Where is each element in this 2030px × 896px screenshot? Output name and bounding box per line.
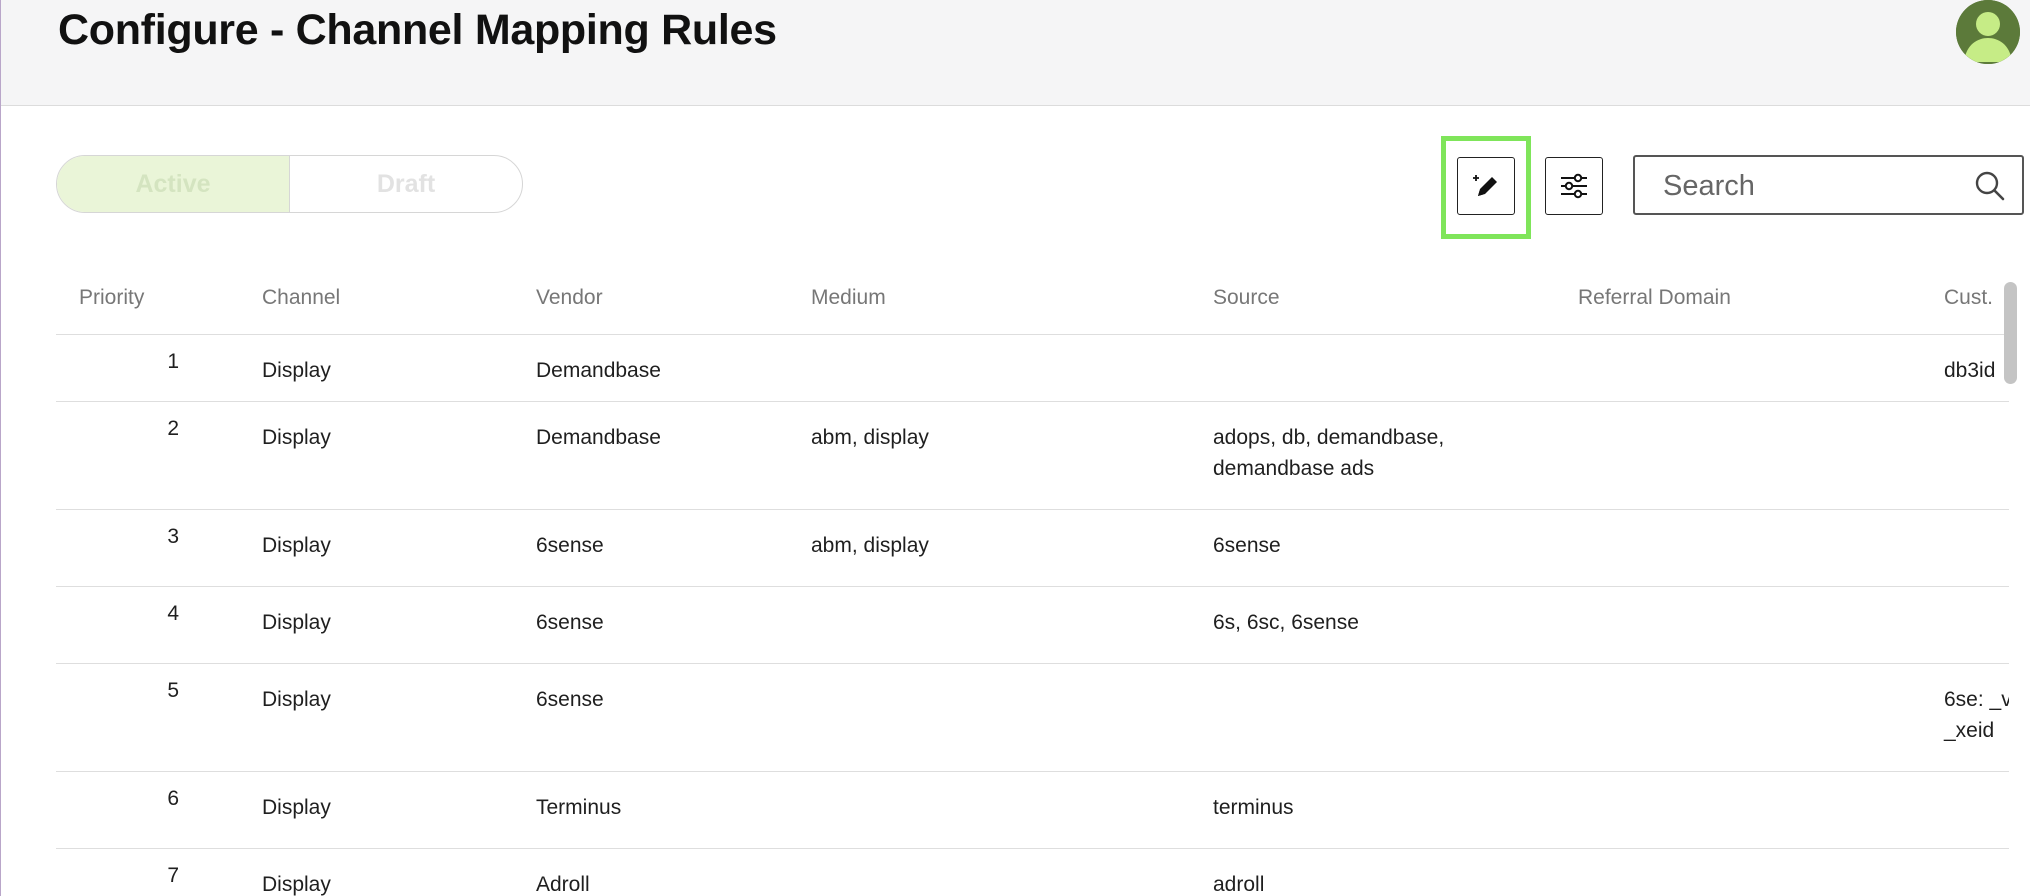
cell-priority: 3: [167, 525, 179, 548]
cell-custom: db3id: [1944, 359, 1996, 382]
cell-priority: 5: [167, 679, 179, 702]
cell-source-line-1: adops, db, demandbase,: [1213, 426, 1445, 449]
status-toggle: Active Draft: [56, 155, 523, 213]
cell-vendor: Demandbase: [536, 426, 661, 449]
cell-vendor: 6sense: [536, 688, 604, 711]
cell-custom-line-2: _xeid: [1944, 719, 1995, 742]
table-row[interactable]: 7 Display Adroll adroll: [56, 849, 2016, 896]
cell-vendor: Adroll: [536, 873, 590, 896]
column-header-source[interactable]: Source: [1213, 286, 1280, 310]
cell-channel: Display: [262, 688, 331, 711]
user-icon: [1956, 0, 2020, 64]
rules-table: Priority Channel Vendor Medium Source Re…: [56, 270, 2016, 896]
vertical-scrollbar[interactable]: [2004, 282, 2017, 384]
cell-channel: Display: [262, 359, 331, 382]
column-header-custom[interactable]: Cust.: [1944, 286, 1993, 310]
table-header: Priority Channel Vendor Medium Source Re…: [56, 270, 2016, 335]
cell-priority: 4: [167, 602, 179, 625]
table-row[interactable]: 5 Display 6sense 6se: _v _xeid: [56, 664, 2016, 772]
cell-vendor: 6sense: [536, 534, 604, 557]
cell-medium: abm, display: [811, 426, 929, 449]
table-row[interactable]: 3 Display 6sense abm, display 6sense: [56, 510, 2016, 587]
user-avatar[interactable]: [1956, 0, 2020, 64]
table-row[interactable]: 1 Display Demandbase db3id: [56, 335, 2016, 402]
filter-settings-button[interactable]: [1545, 157, 1603, 215]
table-row[interactable]: 6 Display Terminus terminus: [56, 772, 2016, 849]
column-header-medium[interactable]: Medium: [811, 286, 886, 310]
column-header-priority[interactable]: Priority: [79, 286, 144, 310]
cell-source: 6sense: [1213, 534, 1281, 557]
cell-channel: Display: [262, 873, 331, 896]
column-header-referral-domain[interactable]: Referral Domain: [1578, 286, 1731, 310]
cell-source: 6s, 6sc, 6sense: [1213, 611, 1359, 634]
column-header-vendor[interactable]: Vendor: [536, 286, 603, 310]
cell-priority: 7: [167, 864, 179, 887]
sliders-icon: [1561, 173, 1587, 199]
page: Configure - Channel Mapping Rules Active…: [0, 0, 2030, 896]
cell-source: terminus: [1213, 796, 1294, 819]
cell-medium: abm, display: [811, 534, 929, 557]
toggle-active[interactable]: Active: [57, 156, 290, 212]
cell-source: adroll: [1213, 873, 1265, 896]
cell-priority: 6: [167, 787, 179, 810]
edit-rules-button[interactable]: [1457, 157, 1515, 215]
search-box: [1633, 155, 2024, 215]
pencil-sparkle-icon: [1473, 175, 1497, 196]
toggle-draft[interactable]: Draft: [290, 156, 522, 212]
table-row[interactable]: 4 Display 6sense 6s, 6sc, 6sense: [56, 587, 2016, 664]
column-header-channel[interactable]: Channel: [262, 286, 340, 310]
page-title: Configure - Channel Mapping Rules: [58, 6, 777, 54]
cell-channel: Display: [262, 611, 331, 634]
cell-channel: Display: [262, 796, 331, 819]
cell-vendor: 6sense: [536, 611, 604, 634]
cell-source-line-2: demandbase ads: [1213, 457, 1375, 480]
search-icon[interactable]: [1974, 170, 2006, 202]
cell-vendor: Terminus: [536, 796, 622, 819]
cell-custom-line-1: 6se: _v: [1944, 688, 2012, 711]
cell-channel: Display: [262, 426, 331, 449]
cell-channel: Display: [262, 534, 331, 557]
cell-priority: 2: [167, 417, 179, 440]
table-row[interactable]: 2 Display Demandbase abm, display adops,…: [56, 402, 2016, 510]
page-header: Configure - Channel Mapping Rules: [1, 0, 2030, 106]
search-input[interactable]: [1635, 157, 1985, 215]
cell-vendor: Demandbase: [536, 359, 661, 382]
cell-priority: 1: [167, 350, 179, 373]
